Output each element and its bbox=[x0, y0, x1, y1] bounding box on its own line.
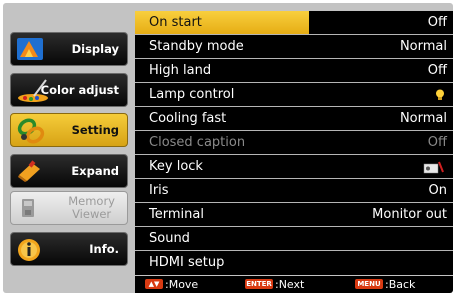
info-icon bbox=[18, 239, 40, 261]
row-label: High land bbox=[149, 63, 212, 78]
menu-row-lamp-control[interactable]: Lamp control bbox=[135, 83, 453, 107]
sidebar-item-expand[interactable]: Expand bbox=[10, 154, 128, 188]
lamp-bulb-icon bbox=[436, 89, 444, 100]
row-label: Sound bbox=[149, 231, 190, 246]
row-label: On start bbox=[149, 15, 202, 30]
key-lock-icon bbox=[423, 161, 444, 174]
sidebar-item-setting[interactable]: Setting bbox=[10, 113, 128, 147]
setting-icon bbox=[17, 118, 45, 144]
display-icon bbox=[17, 38, 43, 60]
menu-row-sound[interactable]: Sound bbox=[135, 227, 453, 251]
menu-row-hdmi-setup[interactable]: HDMI setup bbox=[135, 251, 453, 275]
sidebar-item-label: Display bbox=[71, 42, 119, 56]
next-hint: :Next bbox=[275, 278, 305, 291]
back-hint: :Back bbox=[385, 278, 416, 291]
sidebar-item-label: Setting bbox=[71, 123, 119, 137]
key-guide-bar: ▲▼ :Move ENTER :Next MENU :Back bbox=[135, 276, 453, 293]
menu-window: Display Color adjust Setting Expand Memo… bbox=[3, 3, 453, 293]
row-value: On bbox=[428, 183, 447, 198]
row-label: Standby mode bbox=[149, 39, 244, 54]
memory-label-line2: Viewer bbox=[72, 207, 112, 221]
row-label: Terminal bbox=[149, 207, 204, 222]
row-label: Cooling fast bbox=[149, 111, 227, 126]
menu-row-key-lock[interactable]: Key lock bbox=[135, 155, 453, 179]
row-value: Monitor out bbox=[372, 207, 447, 222]
sidebar-item-label: Color adjust bbox=[40, 83, 119, 97]
sidebar-item-memory-viewer[interactable]: Memory Viewer bbox=[10, 191, 128, 225]
memory-viewer-icon bbox=[22, 199, 34, 217]
sidebar-item-display[interactable]: Display bbox=[10, 32, 128, 66]
sidebar-item-label: Expand bbox=[71, 164, 119, 178]
row-value: Off bbox=[427, 63, 447, 78]
sidebar-item-color-adjust[interactable]: Color adjust bbox=[10, 73, 128, 107]
row-label: Lamp control bbox=[149, 87, 235, 102]
menu-key-icon: MENU bbox=[355, 279, 383, 289]
row-value: Off bbox=[427, 15, 447, 30]
menu-row-on-start[interactable]: On start Off bbox=[135, 11, 453, 35]
expand-icon bbox=[18, 160, 40, 182]
row-label: HDMI setup bbox=[149, 255, 225, 270]
menu-row-standby-mode[interactable]: Standby mode Normal bbox=[135, 35, 453, 59]
sidebar-item-label: Info. bbox=[89, 242, 119, 256]
row-value: Normal bbox=[399, 111, 447, 126]
menu-row-closed-caption: Closed caption Off bbox=[135, 131, 453, 155]
row-label: Closed caption bbox=[149, 135, 246, 150]
sidebar-item-info[interactable]: Info. bbox=[10, 232, 128, 266]
arrow-keys-icon: ▲▼ bbox=[145, 279, 163, 289]
row-label: Key lock bbox=[149, 159, 203, 174]
menu-row-iris[interactable]: Iris On bbox=[135, 179, 453, 203]
move-hint: :Move bbox=[165, 278, 199, 291]
menu-row-terminal[interactable]: Terminal Monitor out bbox=[135, 203, 453, 227]
sidebar-item-label: Memory Viewer bbox=[68, 192, 115, 224]
row-value: Normal bbox=[399, 39, 447, 54]
row-value: Off bbox=[427, 135, 447, 150]
row-label: Iris bbox=[149, 183, 169, 198]
menu-row-high-land[interactable]: High land Off bbox=[135, 59, 453, 83]
menu-row-cooling-fast[interactable]: Cooling fast Normal bbox=[135, 107, 453, 131]
enter-key-icon: ENTER bbox=[245, 279, 273, 289]
setting-menu-list: On start Off Standby mode Normal High la… bbox=[135, 11, 453, 275]
